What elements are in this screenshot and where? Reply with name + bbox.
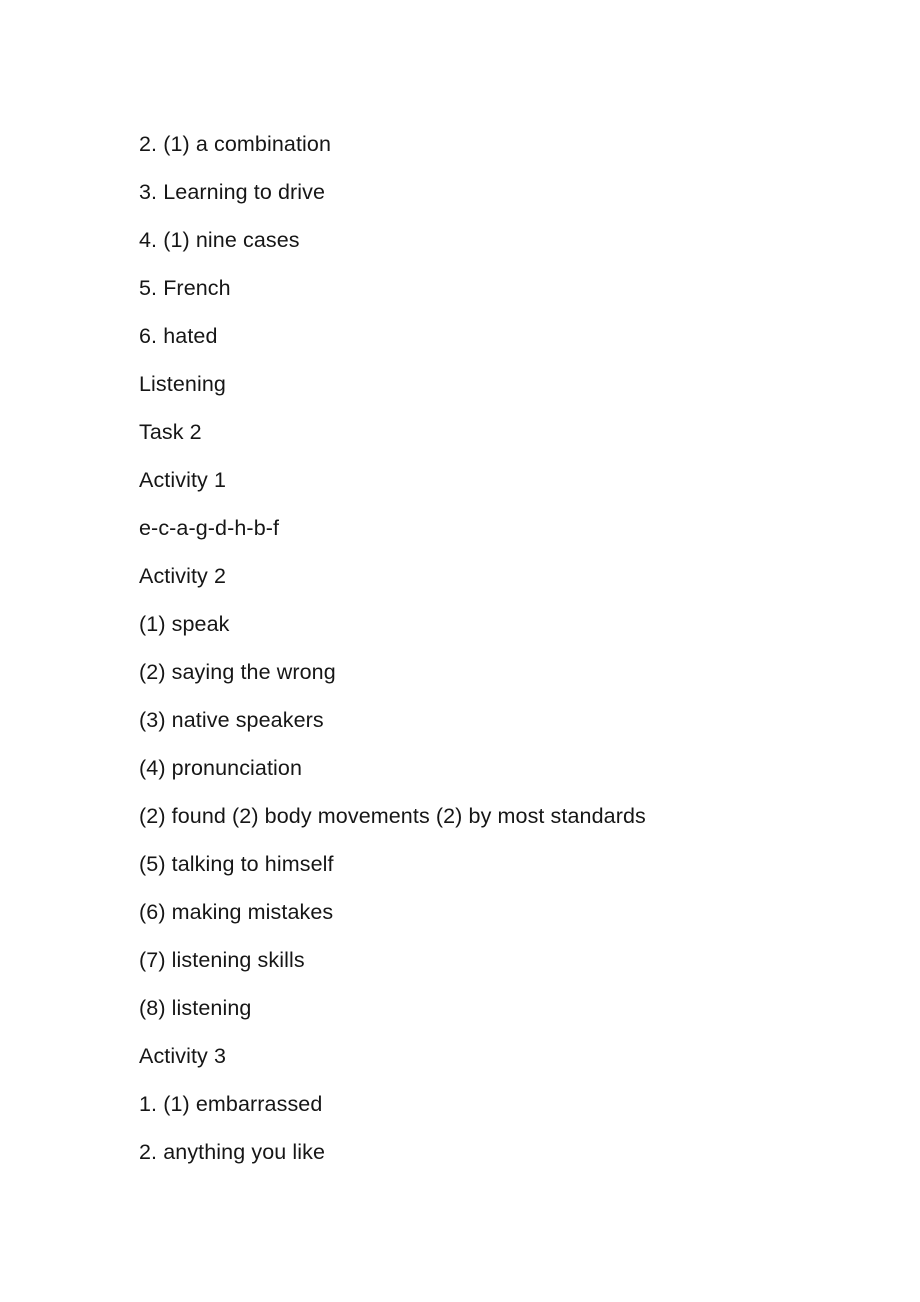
text-line: 6. hated (139, 324, 218, 348)
text-line: (6) making mistakes (139, 900, 334, 924)
text-line: 5. French (139, 276, 231, 300)
text-line: (4) pronunciation (139, 756, 303, 780)
text-line: Activity 2 (139, 564, 227, 588)
text-line: 2. (1) a combination (139, 132, 332, 156)
text-line: 1. (1) embarrassed (139, 1092, 323, 1116)
text-line: (1) speak (139, 612, 230, 636)
text-line: 3. Learning to drive (139, 180, 326, 204)
text-line: (3) native speakers (139, 708, 324, 732)
text-line: 2. anything you like (139, 1140, 326, 1164)
text-line: (2) found (2) body movements (2) by most… (139, 804, 646, 828)
text-line: (8) listening (139, 996, 252, 1020)
text-line: (7) listening skills (139, 948, 305, 972)
text-line: Task 2 (139, 420, 202, 444)
text-line: 4. (1) nine cases (139, 228, 300, 252)
document-text-block: 2. (1) a combination 3. Learning to driv… (139, 120, 820, 1176)
text-line: Listening (139, 372, 226, 396)
text-line: Activity 3 (139, 1044, 227, 1068)
text-line: e-c-a-g-d-h-b-f (139, 516, 280, 540)
text-line: Activity 1 (139, 468, 227, 492)
text-line: (2) saying the wrong (139, 660, 336, 684)
text-line: (5) talking to himself (139, 852, 334, 876)
document-page: 2. (1) a combination 3. Learning to driv… (0, 0, 920, 1302)
